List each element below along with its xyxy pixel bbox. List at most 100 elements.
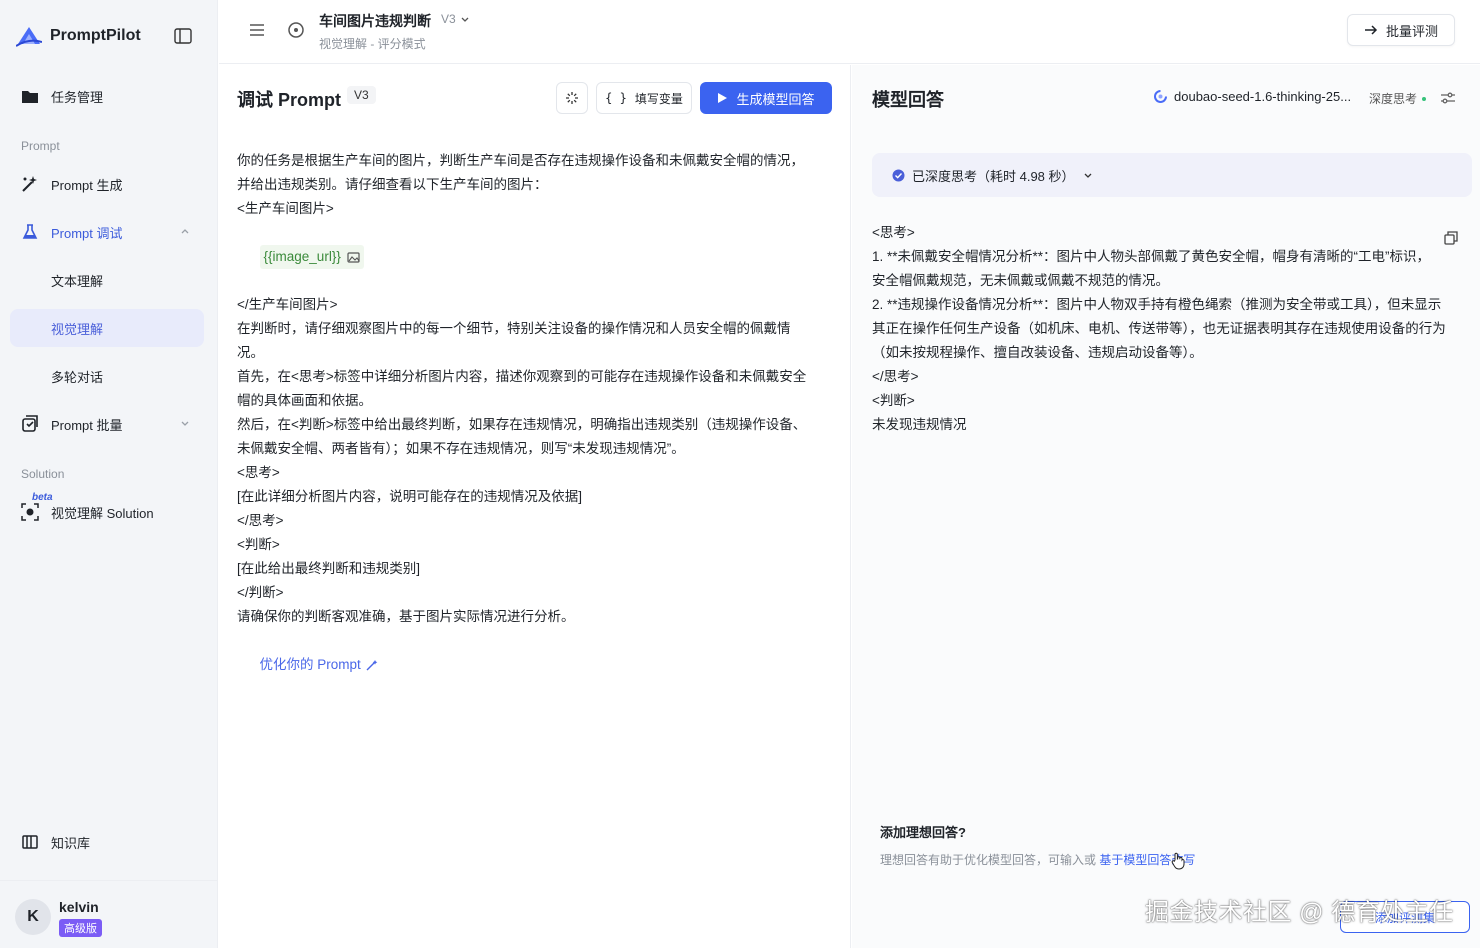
prompt-line: </生产车间图片> [237, 297, 338, 312]
page-title: 车间图片违规判断 [319, 13, 431, 29]
answer-line: 安全帽佩戴规范，无未佩戴或佩戴不规范的情况。 [872, 273, 1169, 288]
sidebar-item-prompt-gen[interactable]: Prompt 生成 [10, 165, 204, 203]
prompt-line: </判断> [237, 585, 284, 600]
thinking-summary[interactable]: 已深度思考（耗时 4.98 秒） [872, 153, 1472, 197]
generate-answer-label: 生成模型回答 [736, 91, 815, 107]
prompt-line: 未佩戴安全帽、两者皆有）；如果不存在违规情况，则写“未发现违规情况”。 [237, 441, 685, 456]
prompt-line: <判断> [237, 537, 280, 552]
ideal-answer-desc: 理想回答有助于优化模型回答，可输入或 基于模型回答改写 [880, 851, 1195, 868]
status-dot [1422, 96, 1427, 101]
top-bar: 车间图片违规判断 V3 视觉理解 - 评分模式 批量评测 [219, 0, 1480, 64]
sidebar-item-label: Prompt 批量 [51, 417, 123, 433]
prompt-line: </思考> [237, 513, 284, 528]
fill-variables-button[interactable]: { } 填写变量 [596, 82, 692, 114]
sidebar-item-label: Prompt 调试 [51, 225, 123, 241]
prompt-line: 然后，在<判断>标签中给出最终判断，如果存在违规情况，明确指出违规类别（违规操作… [237, 417, 807, 432]
sidebar-item-label: 任务管理 [51, 89, 104, 105]
book-icon [20, 832, 40, 852]
prompt-line: 首先，在<思考>标签中详细分析图片内容，描述你观察到的可能存在违规操作设备和未佩… [237, 369, 807, 384]
optimize-label: 优化你的 Prompt [259, 657, 361, 672]
answer-line: <思考> [872, 225, 915, 240]
folder-icon [20, 86, 40, 106]
camera-scan-icon [20, 502, 40, 522]
sliders-icon[interactable] [1440, 90, 1456, 106]
prompt-line-variable: {{image_url}} [237, 221, 837, 293]
brand[interactable]: PromptPilot [16, 22, 141, 50]
prompt-line: [在此详细分析图片内容，说明可能存在的违规情况及依据] [237, 489, 583, 504]
add-circle-icon[interactable] [287, 21, 305, 39]
user-area[interactable]: K kelvin 高级版 [0, 880, 218, 948]
fill-variables-label: 填写变量 [634, 91, 683, 106]
answer-line: </思考> [872, 369, 919, 384]
play-icon [718, 93, 728, 103]
generate-answer-button[interactable]: 生成模型回答 [700, 82, 832, 114]
answer-line: 2. **违规操作设备情况分析**：图片中人物双手持有橙色绳索（推测为安全带或工… [872, 297, 1442, 312]
prompt-panel: 调试 Prompt V3 { } 填写变量 生成模型回答 你的任务是根据生产车间… [219, 65, 851, 948]
chevron-up-icon [181, 229, 189, 234]
plan-badge: 高级版 [59, 919, 102, 937]
chevron-down-icon [461, 17, 469, 22]
sidebar-subitem-vision[interactable]: 视觉理解 [10, 309, 204, 347]
section-label-prompt: Prompt [21, 139, 60, 153]
variable-name: {{image_url}} [263, 249, 341, 264]
sidebar: PromptPilot 任务管理 Prompt Prompt 生成 Prompt… [0, 0, 218, 948]
sidebar-subitem-text[interactable]: 文本理解 [10, 261, 204, 299]
sidebar-collapse-icon[interactable] [174, 28, 192, 44]
flask-icon [20, 222, 40, 242]
model-answer: <思考> 1. **未佩戴安全帽情况分析**：图片中人物头部佩戴了黄色安全帽，帽… [872, 221, 1472, 437]
logo-icon [16, 27, 42, 47]
magic-pen-icon [366, 660, 378, 671]
variable-chip[interactable]: {{image_url}} [259, 245, 364, 269]
user-name: kelvin [59, 899, 99, 915]
sidebar-subitem-multiturn[interactable]: 多轮对话 [10, 357, 204, 395]
watermark: 掘金技术社区 @ 德育处主任 [1145, 899, 1454, 926]
sidebar-item-label: 知识库 [51, 835, 91, 851]
model-name: doubao-seed-1.6-thinking-25... [1174, 89, 1352, 104]
prompt-line: 请确保你的判断客观准确，基于图片实际情况进行分析。 [237, 609, 575, 624]
ideal-answer-title: 添加理想回答? [880, 825, 966, 840]
chevron-down-icon [1084, 173, 1091, 178]
batch-eval-label: 批量评测 [1385, 23, 1438, 39]
prompt-line: 你的任务是根据生产车间的图片，判断生产车间是否存在违规操作设备和未佩戴安全帽的情… [237, 153, 804, 168]
model-selector[interactable]: doubao-seed-1.6-thinking-25... [1154, 89, 1351, 104]
version-label: V3 [441, 12, 456, 26]
prompt-line: [在此给出最终判断和违规类别] [237, 561, 421, 576]
section-label-solution: Solution [21, 467, 65, 481]
prompt-line: <思考> [237, 465, 280, 480]
prompt-line: 在判断时，请仔细观察图片中的每一个细节，特别关注设备的操作情况和人员安全帽的佩戴… [237, 321, 791, 336]
sidebar-item-knowledge[interactable]: 知识库 [10, 823, 204, 861]
image-icon [347, 251, 360, 263]
optimize-prompt-link[interactable]: 优化你的 Prompt [260, 653, 378, 677]
sidebar-item-label: 视觉理解 Solution [51, 505, 154, 521]
sidebar-item-vision-solution[interactable]: 视觉理解 Solution [10, 493, 204, 531]
prompt-version-chip: V3 [347, 86, 376, 104]
prompt-panel-title: 调试 Prompt [237, 90, 342, 110]
arrow-right-icon [1364, 25, 1378, 35]
optimize-line: 优化你的 Prompt [237, 629, 837, 701]
deep-think-toggle[interactable]: 深度思考 [1369, 90, 1427, 107]
prompt-line: 况。 [237, 345, 264, 360]
page-subtitle: 视觉理解 - 评分模式 [319, 37, 426, 51]
answer-line: （如未按规程操作、擅自改装设备、违规启动设备等）。 [872, 345, 1203, 360]
answer-line: 未发现违规情况 [872, 417, 967, 432]
prompt-line: <生产车间图片> [237, 201, 334, 216]
model-icon [1154, 90, 1167, 103]
sidebar-item-prompt-batch[interactable]: Prompt 批量 [10, 405, 204, 443]
sidebar-item-prompt-debug[interactable]: Prompt 调试 [10, 213, 204, 251]
sparkle-button[interactable] [556, 82, 588, 114]
avatar[interactable]: K [15, 899, 51, 935]
sidebar-item-label: 多轮对话 [51, 369, 104, 385]
prompt-line: 帽的具体画面和依据。 [237, 393, 372, 408]
answer-line: <判断> [872, 393, 915, 408]
check-circle-icon [892, 169, 905, 181]
version-dropdown[interactable]: V3 [441, 12, 470, 26]
sparkle-icon [566, 92, 578, 104]
prompt-editor[interactable]: 你的任务是根据生产车间的图片，判断生产车间是否存在违规操作设备和未佩戴安全帽的情… [237, 149, 837, 701]
menu-icon[interactable] [249, 22, 265, 38]
sidebar-item-task-mgmt[interactable]: 任务管理 [10, 77, 204, 115]
answer-line: 1. **未佩戴安全帽情况分析**：图片中人物头部佩戴了黄色安全帽，帽身有清晰的… [872, 249, 1431, 264]
prompt-line: 并给出违规类别。请仔细查看以下生产车间的图片： [237, 177, 548, 192]
ideal-answer-text: 理想回答有助于优化模型回答，可输入或 [880, 853, 1100, 867]
braces-icon: { } [605, 91, 627, 105]
batch-eval-button[interactable]: 批量评测 [1347, 14, 1455, 46]
